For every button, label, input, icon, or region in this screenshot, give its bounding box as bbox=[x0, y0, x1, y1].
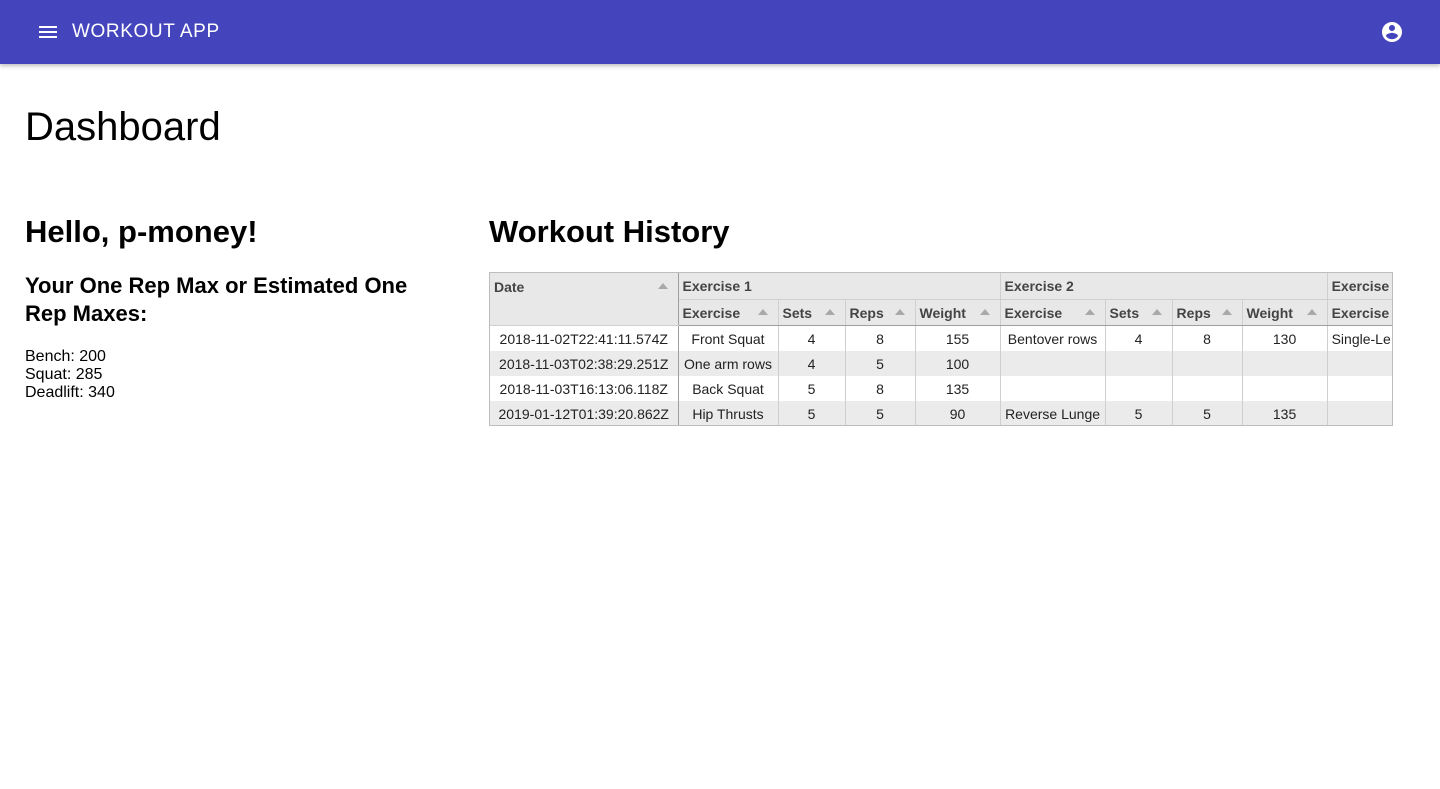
workout-history-table[interactable]: Date Exercise 1 Exercise 2 Exercise Exer… bbox=[489, 272, 1393, 426]
cell-weight: 135 bbox=[1242, 401, 1328, 425]
cell-reps: 8 bbox=[1172, 325, 1243, 351]
table-row[interactable]: 2019-01-12T01:39:20.862Z Hip Thrusts 5 5… bbox=[490, 401, 1392, 425]
column-header-reps[interactable]: Reps bbox=[845, 299, 916, 326]
cell-exercise: One arm rows bbox=[678, 351, 779, 376]
cell-exercise: Hip Thrusts bbox=[678, 401, 779, 425]
one-rep-max-list: Bench: 200 Squat: 285 Deadlift: 340 bbox=[25, 348, 115, 402]
cell-exercise bbox=[1000, 351, 1106, 376]
cell-sets: 4 bbox=[1105, 325, 1173, 351]
cell-reps: 8 bbox=[845, 376, 916, 401]
column-header-label: Reps bbox=[1176, 304, 1211, 321]
cell-reps: 5 bbox=[845, 401, 916, 425]
cell-sets: 5 bbox=[778, 401, 846, 425]
sort-ascending-icon bbox=[1151, 308, 1162, 315]
one-rep-max-heading: Your One Rep Max or Estimated One Rep Ma… bbox=[25, 273, 408, 326]
column-header-weight[interactable]: Weight bbox=[915, 299, 1001, 326]
sort-ascending-icon bbox=[979, 308, 990, 315]
cell-exercise bbox=[1327, 401, 1392, 425]
max-squat: Squat: 285 bbox=[25, 366, 103, 383]
column-header-label: Exercise bbox=[1331, 304, 1390, 321]
cell-sets: 5 bbox=[778, 376, 846, 401]
column-header-label: Weight bbox=[1246, 304, 1293, 321]
cell-weight: 130 bbox=[1242, 325, 1328, 351]
app-title: WORKOUT APP bbox=[72, 21, 220, 42]
cell-sets: 5 bbox=[1105, 401, 1173, 425]
column-header-date[interactable]: Date bbox=[490, 273, 679, 326]
cell-exercise bbox=[1327, 376, 1392, 401]
sort-ascending-icon bbox=[757, 308, 768, 315]
column-header-exercise[interactable]: Exercise bbox=[1000, 299, 1106, 326]
column-header-weight[interactable]: Weight bbox=[1242, 299, 1328, 326]
cell-reps: 5 bbox=[1172, 401, 1243, 425]
sort-ascending-icon bbox=[1306, 308, 1317, 315]
max-deadlift: Deadlift: 340 bbox=[25, 384, 115, 401]
cell-exercise bbox=[1327, 351, 1392, 376]
group-header-exercise-2: Exercise 2 bbox=[1000, 273, 1328, 300]
app-bar: WORKOUT APP bbox=[0, 0, 1440, 64]
group-header-exercise-3: Exercise bbox=[1327, 273, 1392, 300]
table-row[interactable]: 2018-11-02T22:41:11.574Z Front Squat 4 8… bbox=[490, 325, 1392, 351]
menu-icon[interactable] bbox=[36, 20, 60, 44]
sort-ascending-icon bbox=[1084, 308, 1095, 315]
sort-ascending-icon bbox=[824, 308, 835, 315]
cell-sets: 4 bbox=[778, 351, 846, 376]
column-header-label: Sets bbox=[1109, 304, 1140, 321]
column-header-label: Exercise bbox=[682, 304, 741, 321]
cell-sets bbox=[1105, 376, 1173, 401]
cell-sets: 4 bbox=[778, 325, 846, 351]
cell-weight: 90 bbox=[915, 401, 1001, 425]
cell-weight: 100 bbox=[915, 351, 1001, 376]
column-header-label: Reps bbox=[849, 304, 884, 321]
cell-date: 2019-01-12T01:39:20.862Z bbox=[490, 401, 679, 425]
cell-reps bbox=[1172, 351, 1243, 376]
cell-reps bbox=[1172, 376, 1243, 401]
sort-ascending-icon bbox=[657, 283, 668, 289]
max-bench: Bench: 200 bbox=[25, 348, 106, 365]
cell-date: 2018-11-03T02:38:29.251Z bbox=[490, 351, 679, 376]
column-header-label: Exercise bbox=[1004, 304, 1063, 321]
cell-sets bbox=[1105, 351, 1173, 376]
cell-exercise: Reverse Lunge bbox=[1000, 401, 1106, 425]
page-title: Dashboard bbox=[25, 105, 221, 149]
cell-weight: 135 bbox=[915, 376, 1001, 401]
cell-weight: 155 bbox=[915, 325, 1001, 351]
column-header-exercise[interactable]: Exercise bbox=[1327, 299, 1392, 326]
cell-exercise bbox=[1000, 376, 1106, 401]
cell-reps: 5 bbox=[845, 351, 916, 376]
greeting-heading: Hello, p-money! bbox=[25, 214, 258, 249]
sort-ascending-icon bbox=[1221, 308, 1232, 315]
sort-ascending-icon bbox=[894, 308, 905, 315]
column-header-label: Weight bbox=[919, 304, 966, 321]
group-header-exercise-1: Exercise 1 bbox=[678, 273, 1001, 300]
column-header-label: Date bbox=[494, 279, 525, 295]
table-row[interactable]: 2018-11-03T02:38:29.251Z One arm rows 4 … bbox=[490, 351, 1392, 376]
cell-exercise: Single-Le bbox=[1327, 325, 1392, 351]
column-header-sets[interactable]: Sets bbox=[778, 299, 846, 326]
cell-weight bbox=[1242, 351, 1328, 376]
cell-date: 2018-11-03T16:13:06.118Z bbox=[490, 376, 679, 401]
column-header-exercise[interactable]: Exercise bbox=[678, 299, 779, 326]
cell-date: 2018-11-02T22:41:11.574Z bbox=[490, 325, 679, 351]
column-header-label: Sets bbox=[782, 304, 813, 321]
account-circle-icon[interactable] bbox=[1380, 20, 1404, 44]
cell-exercise: Bentover rows bbox=[1000, 325, 1106, 351]
cell-exercise: Back Squat bbox=[678, 376, 779, 401]
table-row[interactable]: 2018-11-03T16:13:06.118Z Back Squat 5 8 … bbox=[490, 376, 1392, 401]
column-header-sets[interactable]: Sets bbox=[1105, 299, 1173, 326]
column-header-reps[interactable]: Reps bbox=[1172, 299, 1243, 326]
workout-history-heading: Workout History bbox=[489, 214, 730, 249]
cell-reps: 8 bbox=[845, 325, 916, 351]
cell-exercise: Front Squat bbox=[678, 325, 779, 351]
cell-weight bbox=[1242, 376, 1328, 401]
